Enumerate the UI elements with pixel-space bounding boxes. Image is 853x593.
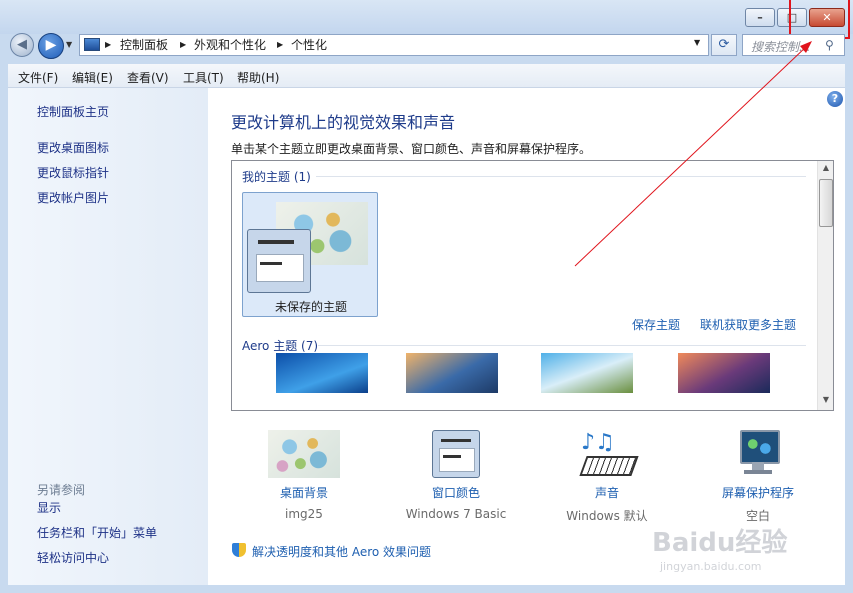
annotation-arrow-line bbox=[574, 44, 809, 267]
watermark-url: jingyan.baidu.com bbox=[660, 560, 762, 573]
baidu-watermark: Baidu经验 jingyan.baidu.com bbox=[650, 520, 850, 590]
annotation-arrow bbox=[574, 41, 812, 267]
watermark-brand: Baidu经验 bbox=[652, 528, 788, 558]
